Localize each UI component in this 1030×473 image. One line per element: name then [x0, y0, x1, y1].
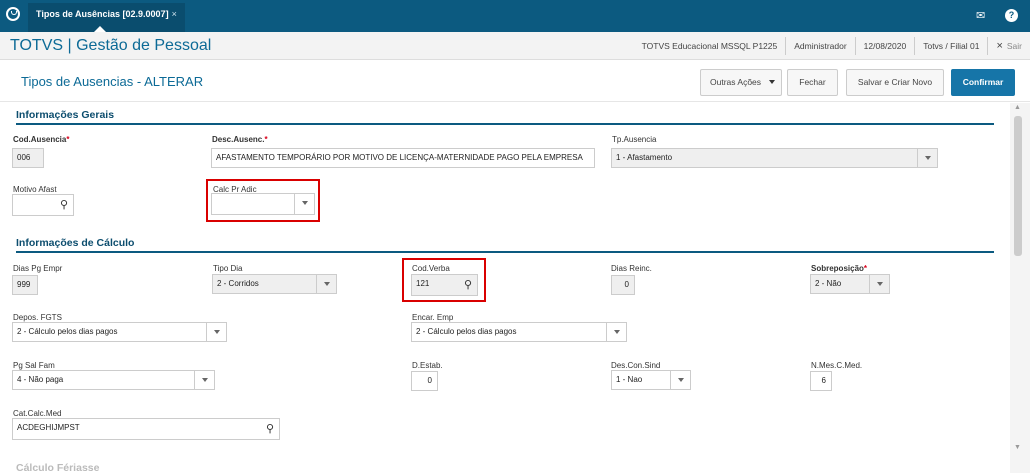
help-icon[interactable]: ?: [1005, 9, 1018, 22]
motivo-afast-label: Motivo Afast: [13, 185, 57, 194]
chevron-down-icon: [769, 80, 775, 84]
search-icon[interactable]: ⚲: [266, 420, 274, 438]
chevron-down-icon: [294, 194, 314, 214]
close-button[interactable]: Fechar: [787, 69, 838, 96]
chevron-down-icon: [869, 275, 889, 293]
page-header: Tipos de Ausencias - ALTERAR Outras Açõe…: [0, 60, 1030, 102]
des-con-sind-select[interactable]: 1 - Nao: [611, 370, 691, 390]
chevron-down-icon: [316, 275, 336, 293]
chevron-down-icon: [194, 371, 214, 389]
section-calc-title: Informações de Cálculo: [16, 237, 135, 249]
n-mes-c-med-field[interactable]: 6: [810, 371, 832, 391]
sobreposicao-select[interactable]: 2 - Não: [810, 274, 890, 294]
scroll-up-icon[interactable]: ▲: [1014, 104, 1021, 111]
page-title: Tipos de Ausencias - ALTERAR: [21, 74, 204, 89]
cod-ausencia-field[interactable]: 006: [12, 148, 44, 168]
encar-emp-label: Encar. Emp: [412, 313, 454, 322]
encar-emp-value: 2 - Cálculo pelos dias pagos: [416, 327, 517, 336]
section-divider: [16, 251, 994, 253]
save-and-new-button[interactable]: Salvar e Criar Novo: [846, 69, 944, 96]
section-next-title: Cálculo Fériasse: [16, 462, 100, 473]
tp-ausencia-value: 1 - Afastamento: [616, 153, 673, 162]
tp-ausencia-label: Tp.Ausencia: [612, 135, 657, 144]
calc-pr-adic-select[interactable]: [211, 193, 315, 215]
exit-label: Sair: [1006, 41, 1022, 51]
totvs-logo-icon[interactable]: [6, 7, 20, 21]
cod-ausencia-label: Cod.Ausencia*: [13, 135, 70, 144]
scrollbar-thumb[interactable]: [1014, 116, 1022, 256]
dias-reinc-label: Dias Reinc.: [611, 264, 652, 273]
mail-icon[interactable]: ✉: [976, 9, 985, 22]
cat-calc-med-value: ACDEGHIJMPST: [17, 423, 80, 432]
title-bar: TOTVS | Gestão de Pessoal TOTVS Educacio…: [0, 32, 1030, 60]
depos-fgts-select[interactable]: 2 - Cálculo pelos dias pagos: [12, 322, 227, 342]
cat-calc-med-field[interactable]: ACDEGHIJMPST ⚲: [12, 418, 280, 440]
chevron-down-icon: [917, 149, 937, 167]
encar-emp-select[interactable]: 2 - Cálculo pelos dias pagos: [411, 322, 627, 342]
chevron-down-icon: [606, 323, 626, 341]
sobreposicao-label: Sobreposição*: [811, 264, 868, 273]
dias-reinc-field[interactable]: 0: [611, 275, 635, 295]
desc-ausenc-field[interactable]: AFASTAMENTO TEMPORÁRIO POR MOTIVO DE LIC…: [211, 148, 595, 168]
chevron-down-icon: [206, 323, 226, 341]
top-bar: Tipos de Ausências [02.9.0007] × ✉ ?: [0, 0, 1030, 32]
pg-sal-fam-select[interactable]: 4 - Não paga: [12, 370, 215, 390]
tipo-dia-label: Tipo Dia: [213, 264, 243, 273]
status-bar: TOTVS Educacional MSSQL P1225 Administra…: [634, 37, 1030, 55]
tab-label: Tipos de Ausências [02.9.0007]: [36, 9, 169, 19]
dias-pg-empr-field[interactable]: 999: [12, 275, 38, 295]
branch-label[interactable]: Totvs / Filial 01: [914, 37, 987, 55]
depos-fgts-label: Depos. FGTS: [13, 313, 62, 322]
pg-sal-fam-label: Pg Sal Fam: [13, 361, 55, 370]
cat-calc-med-label: Cat.Calc.Med: [13, 409, 62, 418]
tp-ausencia-select[interactable]: 1 - Afastamento: [611, 148, 938, 168]
des-con-sind-label: Des.Con.Sind: [611, 361, 661, 370]
pg-sal-fam-value: 4 - Não paga: [17, 375, 64, 384]
tab-tipos-de-ausencias[interactable]: Tipos de Ausências [02.9.0007] ×: [28, 3, 185, 32]
chevron-down-icon: [670, 371, 690, 389]
desc-ausenc-label: Desc.Ausenc.*: [212, 135, 268, 144]
other-actions-button[interactable]: Outras Ações: [700, 69, 782, 96]
motivo-afast-field[interactable]: ⚲: [12, 194, 74, 216]
tipo-dia-select[interactable]: 2 - Corridos: [212, 274, 337, 294]
exit-button[interactable]: × Sair: [987, 37, 1030, 55]
date-label: 12/08/2020: [854, 37, 915, 55]
confirm-button[interactable]: Confirmar: [951, 69, 1015, 96]
tab-close-icon[interactable]: ×: [172, 9, 177, 19]
dias-pg-empr-label: Dias Pg Empr: [13, 264, 63, 273]
cod-verba-field[interactable]: 121 ⚲: [411, 274, 478, 296]
tipo-dia-value: 2 - Corridos: [217, 279, 259, 288]
d-estab-field[interactable]: 0: [411, 371, 438, 391]
search-icon[interactable]: ⚲: [464, 276, 472, 294]
des-con-sind-value: 1 - Nao: [616, 375, 643, 384]
other-actions-label: Outras Ações: [710, 77, 762, 87]
company-label: TOTVS Educacional MSSQL P1225: [641, 41, 778, 51]
cod-verba-value: 121: [416, 279, 430, 288]
app-title: TOTVS | Gestão de Pessoal: [10, 37, 212, 54]
sobreposicao-value: 2 - Não: [815, 279, 842, 288]
n-mes-c-med-label: N.Mes.C.Med.: [811, 361, 863, 370]
search-icon[interactable]: ⚲: [60, 196, 68, 214]
scroll-down-icon[interactable]: ▼: [1014, 444, 1021, 451]
depos-fgts-value: 2 - Cálculo pelos dias pagos: [17, 327, 118, 336]
d-estab-label: D.Estab.: [412, 361, 443, 370]
close-icon: ×: [996, 40, 1003, 52]
cod-verba-label: Cod.Verba: [412, 264, 450, 273]
form-content: Informações Gerais Cod.Ausencia* 006 Des…: [0, 103, 1010, 473]
section-general-title: Informações Gerais: [16, 109, 115, 121]
section-divider: [16, 123, 994, 125]
vertical-scrollbar[interactable]: ▲ ▼: [1010, 103, 1030, 473]
user-label: Administrador: [785, 37, 854, 55]
